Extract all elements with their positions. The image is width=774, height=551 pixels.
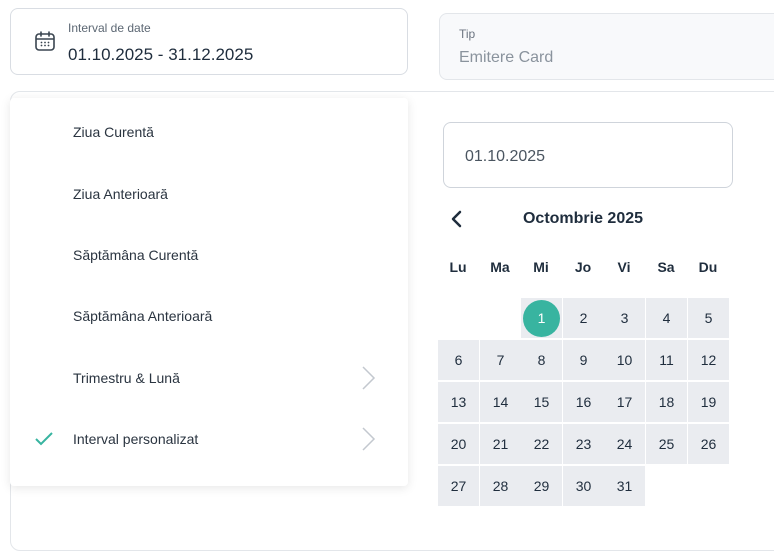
option-label: Săptămâna Curentă — [73, 247, 199, 263]
calendar-date-input-value: 01.10.2025 — [465, 148, 546, 165]
calendar-day[interactable]: 25 — [646, 424, 687, 464]
option-label: Ziua Anterioară — [73, 186, 168, 202]
calendar-month-title: Octombrie 2025 — [522, 210, 644, 227]
weekday-label: Mi — [533, 259, 549, 275]
type-label: Tip — [459, 27, 476, 41]
weekday-label: Lu — [449, 259, 467, 275]
option-label: Săptămâna Anterioară — [73, 308, 213, 324]
calendar-day[interactable]: 13 — [438, 382, 479, 422]
option-ziua-anterioara[interactable]: Ziua Anterioară — [10, 169, 408, 219]
calendar-day[interactable]: 2 — [563, 298, 604, 338]
calendar-date-input[interactable]: 01.10.2025 — [443, 122, 733, 188]
calendar-day[interactable]: 16 — [563, 382, 604, 422]
calendar-day[interactable]: 11 — [646, 340, 687, 380]
option-label: Ziua Curentă — [73, 124, 154, 140]
selected-day-marker: 1 — [523, 299, 560, 337]
calendar-day[interactable]: 15 — [521, 382, 562, 422]
calendar-day[interactable]: 19 — [688, 382, 729, 422]
calendar-day[interactable]: 29 — [521, 466, 562, 506]
calendar-day[interactable]: 24 — [604, 424, 645, 464]
calendar-day[interactable]: 18 — [646, 382, 687, 422]
option-label: Trimestru & Lună — [73, 370, 180, 386]
date-range-field[interactable]: Interval de date 01.10.2025 - 31.12.2025 — [10, 8, 408, 75]
calendar-day[interactable]: 10 — [604, 340, 645, 380]
weekday-label: Du — [698, 259, 718, 275]
preset-options-panel: Ziua Curentă Ziua Anterioară Săptămâna C… — [10, 98, 408, 486]
type-value: Emitere Card — [459, 49, 554, 66]
chevron-right-icon — [362, 427, 376, 451]
option-saptamana-curenta[interactable]: Săptămâna Curentă — [10, 230, 408, 280]
chevron-right-icon — [362, 366, 376, 390]
calendar-day[interactable]: 17 — [604, 382, 645, 422]
option-ziua-curenta[interactable]: Ziua Curentă — [10, 107, 408, 157]
check-icon — [35, 432, 53, 446]
calendar-day[interactable]: 14 — [480, 382, 521, 422]
calendar-day[interactable]: 9 — [563, 340, 604, 380]
weekday-label: Vi — [617, 259, 631, 275]
date-range-value: 01.10.2025 - 31.12.2025 — [68, 45, 254, 64]
calendar-day[interactable]: 28 — [480, 466, 521, 506]
calendar-day[interactable]: 31 — [604, 466, 645, 506]
calendar-day[interactable]: 4 — [646, 298, 687, 338]
calendar-icon — [35, 31, 55, 51]
date-range-label: Interval de date — [68, 21, 151, 35]
option-interval-personalizat[interactable]: Interval personalizat — [10, 414, 408, 464]
weekday-label: Jo — [574, 259, 592, 275]
weekday-label: Ma — [490, 259, 510, 275]
calendar-day[interactable]: 12 — [688, 340, 729, 380]
option-saptamana-anterioara[interactable]: Săptămâna Anterioară — [10, 291, 408, 341]
chevron-left-icon[interactable] — [448, 209, 466, 229]
calendar-day[interactable]: 5 — [688, 298, 729, 338]
calendar-day-selected[interactable]: 1 — [521, 298, 562, 338]
calendar-day[interactable]: 21 — [480, 424, 521, 464]
calendar-day[interactable]: 8 — [521, 340, 562, 380]
calendar-day[interactable]: 6 — [438, 340, 479, 380]
calendar-day[interactable]: 20 — [438, 424, 479, 464]
calendar-day[interactable]: 22 — [521, 424, 562, 464]
option-label: Interval personalizat — [73, 431, 199, 447]
calendar-day[interactable]: 23 — [563, 424, 604, 464]
calendar-day[interactable]: 3 — [604, 298, 645, 338]
option-trimestru-luna[interactable]: Trimestru & Lună — [10, 353, 408, 403]
calendar-day[interactable]: 30 — [563, 466, 604, 506]
calendar-day[interactable]: 7 — [480, 340, 521, 380]
calendar-day[interactable]: 26 — [688, 424, 729, 464]
type-field[interactable]: Tip Emitere Card — [439, 13, 774, 80]
calendar-day[interactable]: 27 — [438, 466, 479, 506]
weekday-label: Sa — [657, 259, 675, 275]
